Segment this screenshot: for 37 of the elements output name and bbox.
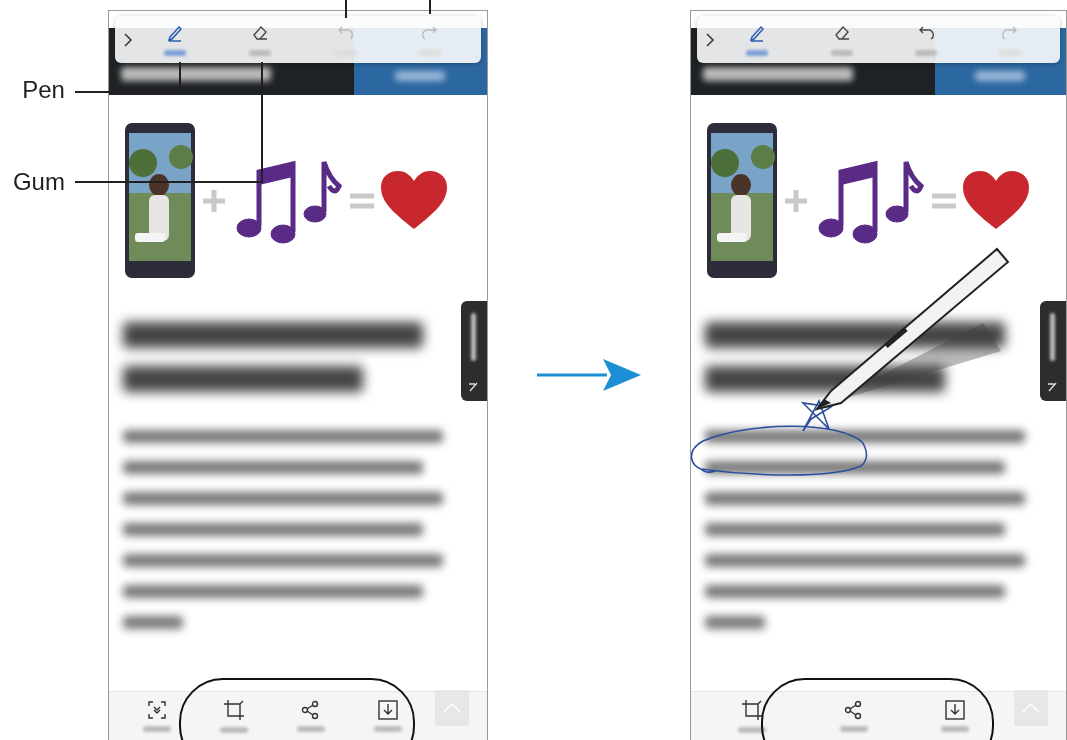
blurred-text-drawing (471, 313, 477, 361)
blurred-text-drawing (1050, 313, 1056, 361)
chevron-right-icon[interactable] (122, 32, 133, 47)
blurred-text-drawing (941, 726, 970, 732)
save-icon[interactable] (378, 700, 399, 720)
feedback-tab[interactable] (460, 301, 487, 401)
heart-icon (963, 170, 1030, 231)
plus-icon (200, 187, 227, 214)
blurred-text-drawing (839, 726, 868, 732)
crop-icon[interactable] (741, 699, 764, 721)
save-icon[interactable] (945, 700, 966, 720)
plus-icon (783, 187, 810, 214)
blurred-text-drawing (975, 71, 1026, 81)
blurred-text-drawing (738, 727, 767, 733)
blurred-text-drawing (395, 71, 446, 81)
blurred-text-drawing (705, 616, 766, 629)
blurred-text-drawing (830, 49, 853, 56)
scroll-capture-icon[interactable] (147, 700, 168, 720)
blurred-text-drawing (374, 726, 403, 732)
blurred-text-drawing (143, 726, 172, 732)
blurred-text-drawing (249, 49, 272, 56)
feedback-tab[interactable] (1040, 301, 1066, 401)
crop-icon[interactable] (223, 699, 246, 721)
leader-line (345, 0, 347, 19)
blurred-text-drawing (122, 616, 183, 629)
callout-label: Pen (22, 76, 65, 104)
blurred-text-drawing (914, 49, 937, 56)
blurred-text-drawing (297, 726, 326, 732)
leader-line (429, 0, 431, 15)
blurred-text-drawing (164, 49, 187, 56)
callout-label: Gum (12, 168, 65, 196)
blurred-text-drawing (746, 49, 769, 56)
arrow-right-icon (536, 357, 641, 393)
blurred-text-drawing (220, 727, 249, 733)
heart-icon (380, 170, 447, 231)
share-icon[interactable] (843, 700, 864, 720)
chevron-right-icon[interactable] (705, 32, 716, 47)
